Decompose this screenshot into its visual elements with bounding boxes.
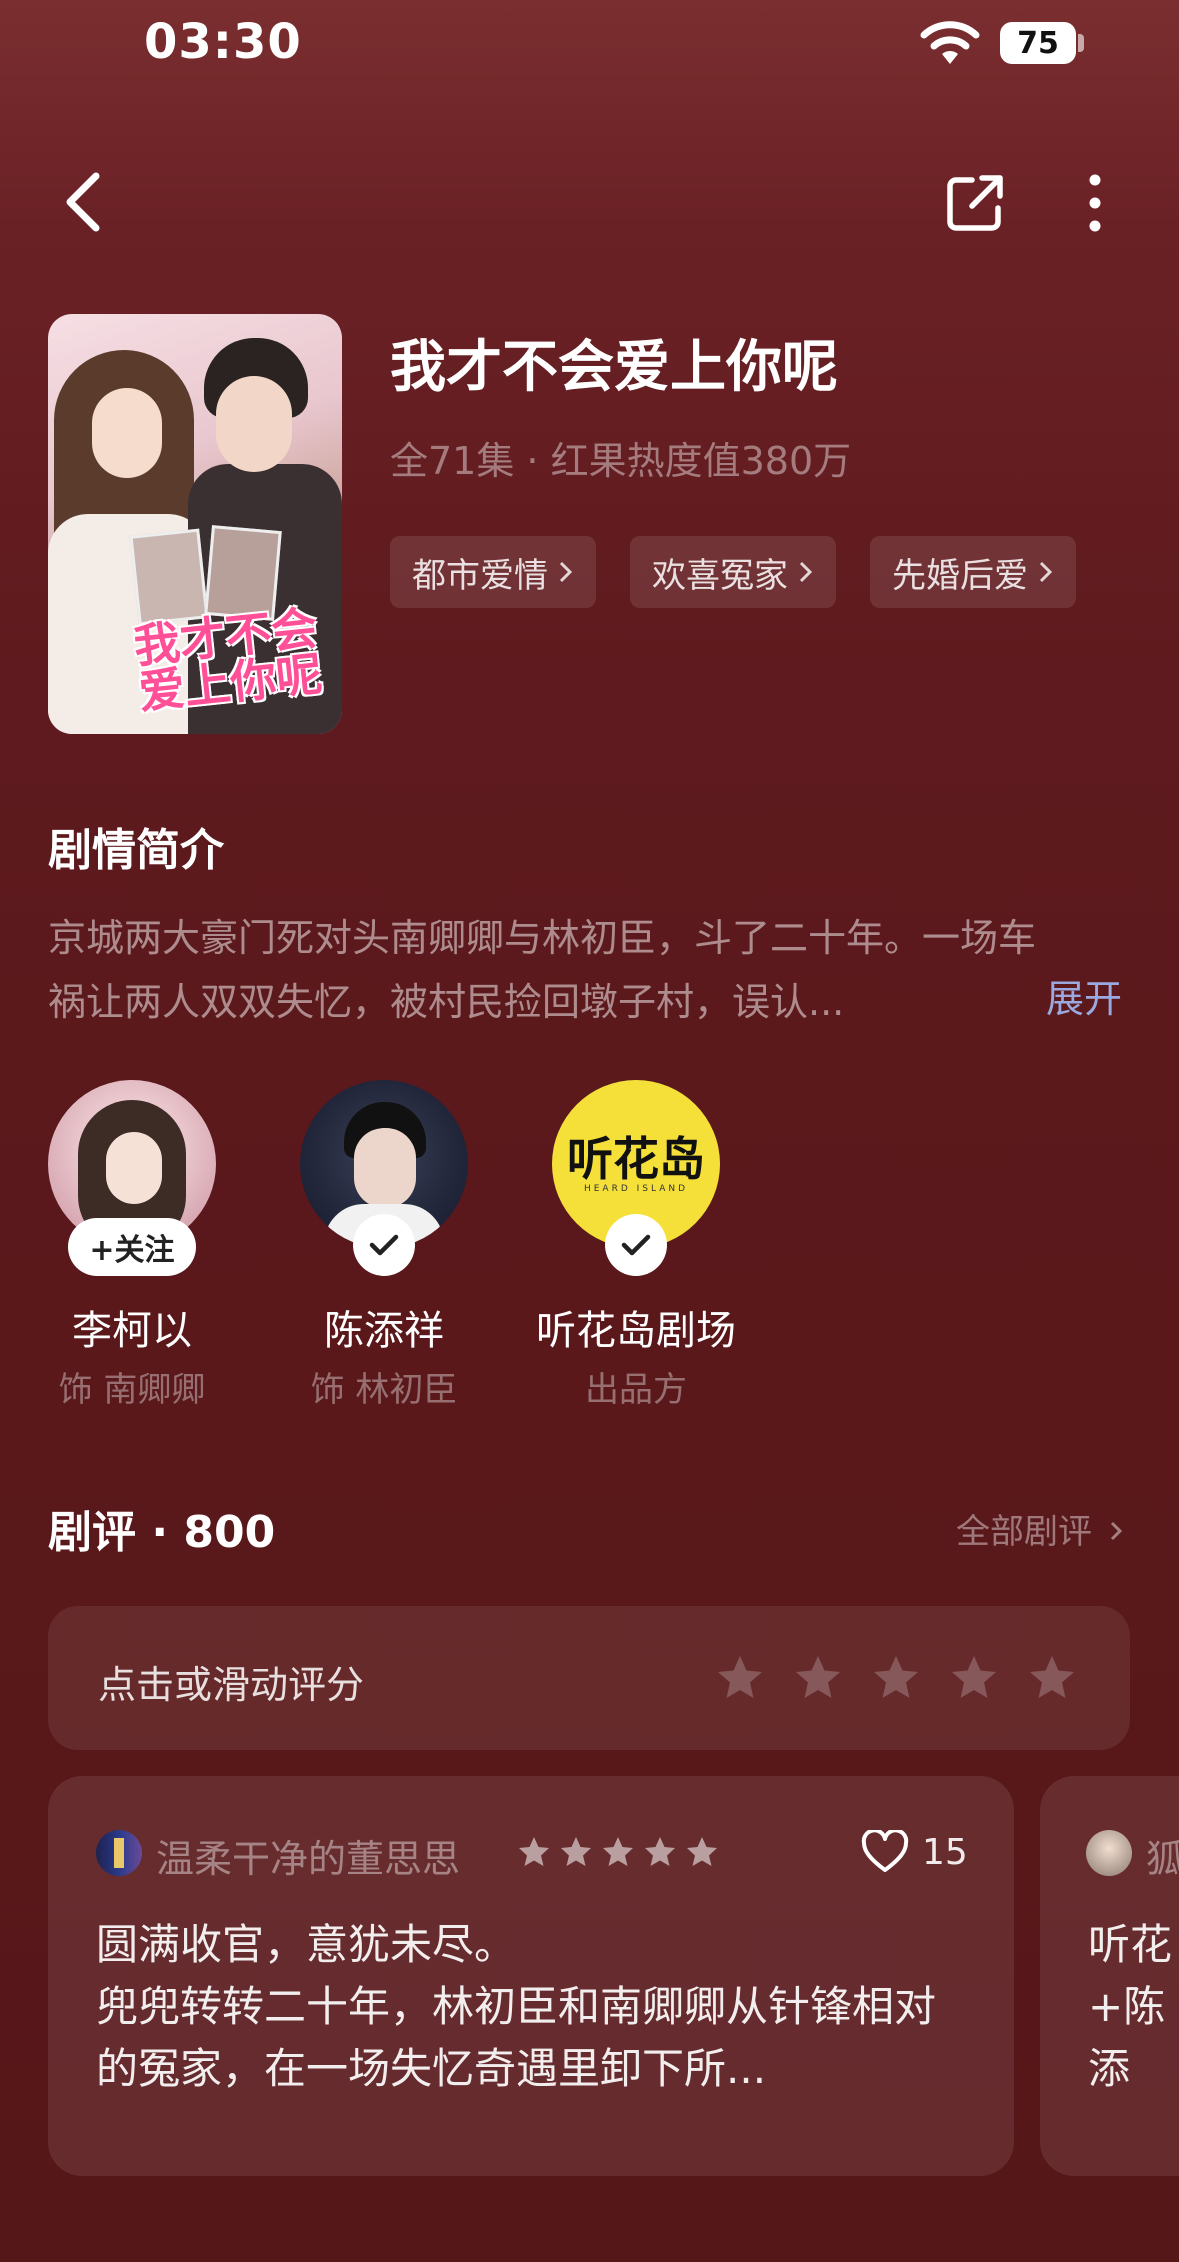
avatar-detail xyxy=(114,1838,124,1868)
share-icon[interactable] xyxy=(942,170,1008,236)
drama-meta: 全71集 · 红果热度值380万 xyxy=(390,439,852,483)
tag-label: 先婚后爱 xyxy=(892,555,1028,596)
star-icon xyxy=(519,1837,549,1866)
check-icon xyxy=(369,1234,399,1256)
rating-prompt: 点击或滑动评分 xyxy=(98,1663,365,1707)
star-icon[interactable] xyxy=(714,1652,766,1704)
cast-role: 饰 南卿卿 xyxy=(58,1370,206,1410)
drama-poster[interactable]: 我才不会爱上你呢 xyxy=(48,314,342,734)
status-time: 03:30 xyxy=(144,14,302,70)
star-icon[interactable] xyxy=(792,1652,844,1704)
reviewer-name[interactable]: 温柔干净的董思思 xyxy=(156,1828,460,1883)
expand-link[interactable]: 展开 xyxy=(1046,968,1122,1023)
follow-button[interactable]: +关注 xyxy=(68,1218,196,1276)
chevron-right-icon xyxy=(1110,1521,1122,1541)
avatar-face xyxy=(354,1128,416,1208)
battery-indicator: 75 xyxy=(1000,22,1076,64)
back-arrow-icon[interactable] xyxy=(52,166,116,238)
cast-role: 出品方 xyxy=(585,1370,687,1410)
poster-figure xyxy=(216,376,292,472)
star-icon xyxy=(603,1837,633,1866)
synopsis-text: 京城两大豪门死对头南卿卿与林初臣，斗了二十年。一场车祸让两人双双失忆，被村民捡回… xyxy=(48,906,1128,1034)
synopsis-heading: 剧情简介 xyxy=(48,825,224,876)
battery-cap xyxy=(1078,34,1084,52)
more-icon[interactable] xyxy=(1072,170,1118,236)
reviews-heading: 剧评 · 800 xyxy=(48,1507,276,1558)
like-count: 15 xyxy=(922,1832,968,1873)
synopsis-body: 京城两大豪门死对头南卿卿与林初臣，斗了二十年。一场车祸让两人双双失忆，被村民捡回… xyxy=(48,916,1037,1024)
tag-label: 欢喜冤家 xyxy=(652,555,788,596)
chevron-right-icon xyxy=(799,561,813,583)
star-icon xyxy=(687,1837,717,1866)
chevron-right-icon xyxy=(1039,561,1053,583)
tag-chip[interactable]: 欢喜冤家 xyxy=(630,536,836,608)
cast-role: 饰 林初臣 xyxy=(310,1370,458,1410)
tag-chip[interactable]: 都市爱情 xyxy=(390,536,596,608)
cast-name: 陈添祥 xyxy=(324,1308,444,1354)
verified-badge xyxy=(605,1214,667,1276)
drama-title: 我才不会爱上你呢 xyxy=(390,335,838,400)
chevron-right-icon xyxy=(559,561,573,583)
all-reviews-label: 全部剧评 xyxy=(956,1512,1092,1552)
review-stars xyxy=(516,1834,720,1870)
cast-name: 李柯以 xyxy=(72,1308,192,1354)
star-icon[interactable] xyxy=(948,1652,1000,1704)
avatar-face xyxy=(106,1132,162,1204)
poster-title-text: 我才不会爱上你呢 xyxy=(131,600,325,720)
reviewer-name[interactable]: 狐 xyxy=(1146,1828,1179,1883)
heart-icon[interactable] xyxy=(860,1830,910,1874)
verified-badge xyxy=(353,1214,415,1276)
avatar[interactable] xyxy=(1086,1830,1132,1876)
cast-name: 听花岛剧场 xyxy=(536,1308,736,1354)
review-text: 圆满收官，意犹未尽。 兜兜转转二十年，林初臣和南卿卿从针锋相对的冤家，在一场失忆… xyxy=(96,1920,937,2093)
all-reviews-link[interactable]: 全部剧评 xyxy=(956,1504,1123,1553)
star-icon xyxy=(645,1837,675,1866)
tag-label: 都市爱情 xyxy=(412,555,548,596)
avatar[interactable] xyxy=(96,1830,142,1876)
poster-photo xyxy=(129,528,209,626)
star-icon xyxy=(561,1837,591,1866)
wifi-icon xyxy=(920,21,980,64)
logo-subtext: HEARD ISLAND xyxy=(583,1184,689,1194)
poster-figure xyxy=(92,388,162,478)
logo-text: 听花岛 xyxy=(567,1132,705,1186)
check-icon xyxy=(621,1234,651,1256)
star-icon[interactable] xyxy=(1026,1652,1078,1704)
tag-chip[interactable]: 先婚后爱 xyxy=(870,536,1076,608)
review-text: 听花 +陈添 忆变 xyxy=(1088,1920,1173,2093)
star-icon[interactable] xyxy=(870,1652,922,1704)
